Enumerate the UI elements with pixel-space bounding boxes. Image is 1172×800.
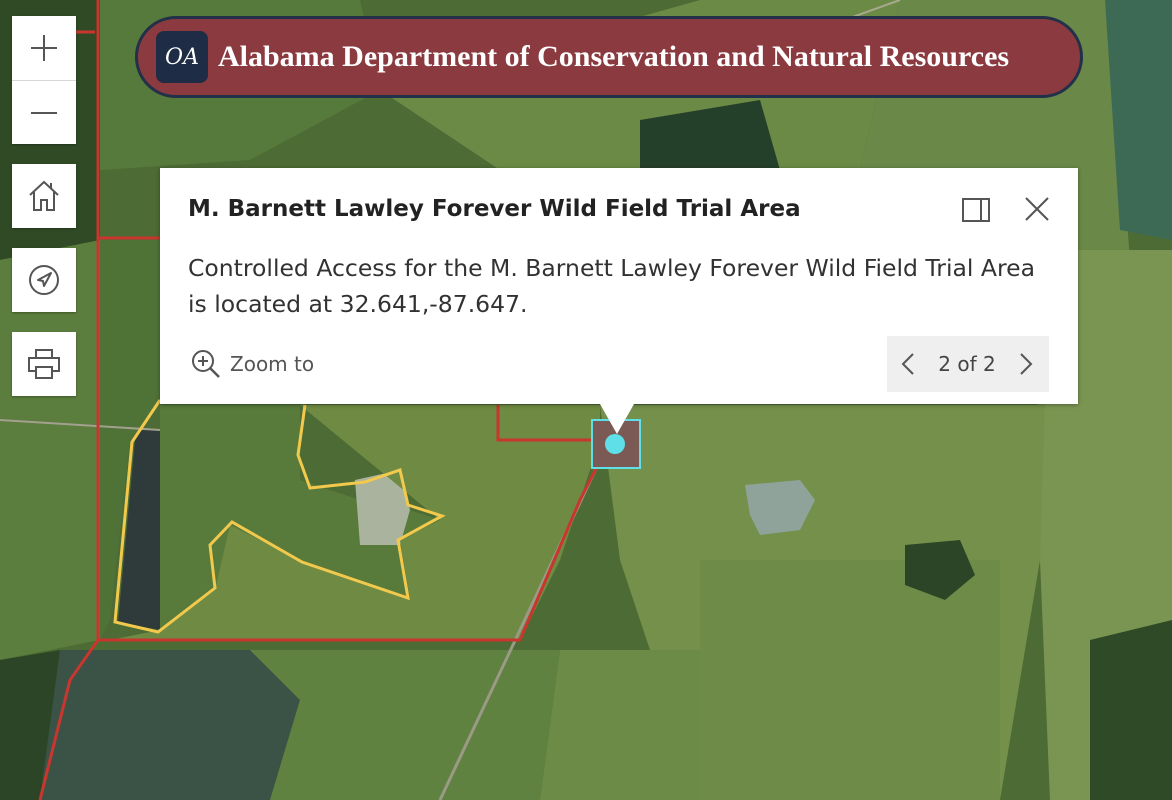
navigation-arrow-icon	[29, 265, 59, 295]
chevron-left-icon	[901, 353, 914, 375]
zoom-to-button[interactable]: Zoom to	[190, 348, 314, 380]
selected-point	[605, 434, 625, 454]
agency-logo: OA	[156, 31, 208, 83]
plus-icon	[31, 35, 57, 61]
print-button[interactable]	[12, 332, 76, 396]
feature-pager: 2 of 2	[887, 336, 1049, 392]
popup-pointer	[600, 404, 634, 434]
chevron-right-icon	[1020, 353, 1033, 375]
ponds	[40, 650, 300, 800]
header-banner: OA Alabama Department of Conservation an…	[135, 16, 1083, 98]
home-button[interactable]	[12, 164, 76, 228]
locate-button[interactable]	[12, 248, 76, 312]
zoom-in-magnifier-icon	[192, 350, 220, 378]
home-icon	[29, 180, 59, 211]
feature-popup: M. Barnett Lawley Forever Wild Field Tri…	[160, 168, 1078, 404]
zoom-out-button[interactable]	[12, 80, 76, 144]
zoom-controls	[12, 16, 76, 144]
banner-title: Alabama Department of Conservation and N…	[218, 40, 1010, 73]
logo-text: OA	[165, 44, 199, 70]
minus-icon	[31, 111, 57, 114]
zoom-to-label: Zoom to	[230, 352, 315, 376]
printer-icon	[28, 349, 60, 379]
field	[700, 560, 1000, 800]
popup-body: Controlled Access for the M. Barnett Law…	[188, 254, 1035, 318]
pager-label: 2 of 2	[938, 352, 996, 376]
zoom-in-button[interactable]	[12, 16, 76, 80]
dock-button[interactable]	[960, 194, 992, 226]
field	[540, 650, 700, 800]
previous-feature-button[interactable]	[897, 349, 919, 379]
field	[250, 650, 560, 800]
close-button[interactable]	[1020, 192, 1054, 226]
close-icon	[1025, 197, 1049, 221]
forest	[1090, 620, 1172, 800]
dock-panel-icon	[962, 198, 990, 222]
popup-title: M. Barnett Lawley Forever Wild Field Tri…	[188, 196, 801, 222]
next-feature-button[interactable]	[1015, 349, 1037, 379]
